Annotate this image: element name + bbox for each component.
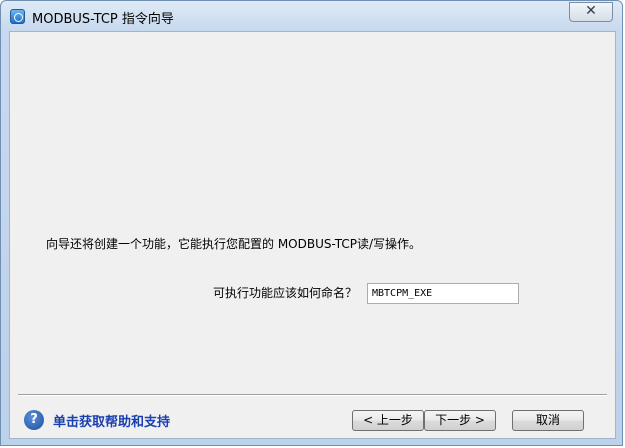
wizard-body: 向导还将创建一个功能，它能执行您配置的 MODBUS-TCP读/写操作。 可执行… bbox=[9, 31, 616, 439]
function-name-label: 可执行功能应该如何命名？ bbox=[213, 286, 358, 300]
window-title: MODBUS-TCP 指令向导 bbox=[32, 12, 174, 27]
app-icon bbox=[10, 9, 25, 24]
intro-text: 向导还将创建一个功能，它能执行您配置的 MODBUS-TCP读/写操作。 bbox=[46, 237, 422, 251]
close-button[interactable]: ✕ bbox=[569, 2, 613, 22]
help-link-text[interactable]: 单击获取帮助和支持 bbox=[53, 411, 170, 430]
cancel-button[interactable]: 取消 bbox=[512, 410, 584, 431]
back-button[interactable]: < 上一步 bbox=[352, 410, 424, 431]
footer-separator bbox=[18, 394, 607, 396]
next-button[interactable]: 下一步 > bbox=[424, 410, 496, 431]
title-bar[interactable]: MODBUS-TCP 指令向导 ✕ bbox=[1, 1, 622, 31]
wizard-window: MODBUS-TCP 指令向导 ✕ 向导还将创建一个功能，它能执行您配置的 MO… bbox=[0, 0, 623, 446]
function-name-input[interactable] bbox=[367, 283, 519, 304]
help-link[interactable]: ? 单击获取帮助和支持 bbox=[24, 408, 170, 432]
question-icon[interactable]: ? bbox=[24, 410, 44, 430]
